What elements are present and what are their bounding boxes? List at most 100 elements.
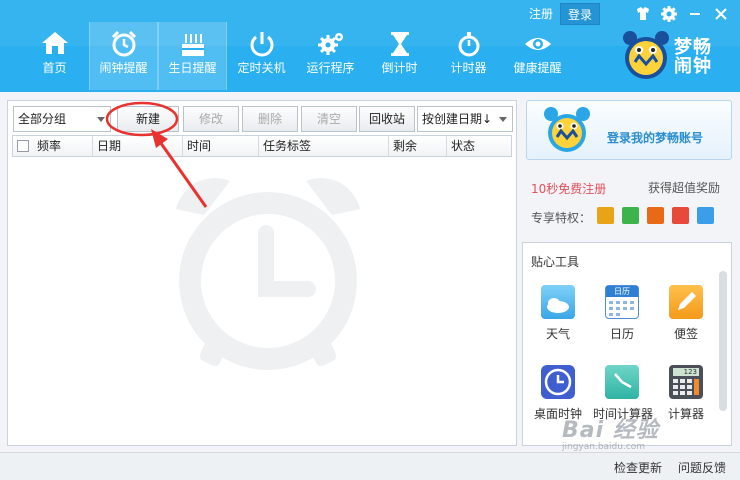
nav-shutdown[interactable]: 定时关机 bbox=[227, 22, 296, 90]
sort-select-value: 按创建日期↓ bbox=[422, 112, 493, 126]
note-pencil-icon bbox=[669, 285, 703, 319]
window-controls bbox=[632, 4, 732, 24]
recycle-bin-button[interactable]: 回收站 bbox=[359, 106, 415, 132]
tool-label: 便签 bbox=[673, 327, 698, 341]
col-label: 频率 bbox=[37, 139, 62, 153]
watermark-main: Bai 经验 bbox=[562, 418, 659, 443]
privilege-house-icon[interactable] bbox=[697, 207, 714, 224]
weather-icon bbox=[541, 285, 575, 319]
side-panel: 登录我的梦畅账号 10秒免费注册 获得超值奖励 专享特权： 贴心工具 天气 日历… bbox=[522, 100, 732, 446]
reward-link[interactable]: 获得超值奖励 bbox=[648, 179, 720, 196]
nav-label: 定时关机 bbox=[237, 61, 286, 75]
nav-label: 闹钟提醒 bbox=[99, 61, 148, 75]
home-icon bbox=[41, 32, 68, 54]
group-select[interactable]: 全部分组 bbox=[13, 106, 111, 132]
register-free-link[interactable]: 10秒免费注册 bbox=[531, 180, 606, 197]
col-frequency[interactable]: 频率 bbox=[13, 136, 93, 156]
nav-birthday[interactable]: 生日提醒 bbox=[158, 22, 227, 90]
edit-button[interactable]: 修改 bbox=[183, 106, 239, 132]
col-status[interactable]: 状态 bbox=[447, 136, 511, 156]
minimize-button[interactable] bbox=[684, 4, 706, 24]
settings-button[interactable] bbox=[658, 4, 680, 24]
baidu-jingyan-watermark: Bai 经验 jingyan.baidu.com bbox=[562, 412, 659, 452]
tool-calculator[interactable]: 123 计算器 bbox=[657, 365, 715, 422]
tool-weather[interactable]: 天气 bbox=[529, 285, 587, 342]
birthday-cake-icon bbox=[181, 34, 204, 56]
empty-state-clock-icon bbox=[176, 178, 360, 370]
alarm-clock-icon bbox=[111, 30, 136, 57]
delete-button[interactable]: 删除 bbox=[242, 106, 298, 132]
clear-button[interactable]: 清空 bbox=[301, 106, 357, 132]
privilege-gift-icon[interactable] bbox=[597, 207, 614, 224]
skin-button[interactable] bbox=[632, 4, 654, 24]
skin-shirt-icon bbox=[637, 7, 649, 20]
scrollbar-thumb[interactable] bbox=[719, 271, 727, 411]
feedback-link[interactable]: 问题反馈 bbox=[678, 459, 726, 476]
nav-label: 运行程序 bbox=[306, 61, 355, 75]
brand-line1: 梦畅 bbox=[674, 37, 712, 58]
privilege-icons bbox=[597, 207, 714, 224]
eye-icon bbox=[524, 38, 551, 50]
select-all-checkbox[interactable] bbox=[17, 140, 29, 152]
task-toolbar: 全部分组 新建 修改 删除 清空 回收站 按创建日期↓ bbox=[13, 106, 513, 132]
task-table-header: 频率 日期 时间 任务标签 剩余 状态 bbox=[12, 135, 512, 157]
col-remaining[interactable]: 剩余 bbox=[389, 136, 447, 156]
check-update-link[interactable]: 检查更新 bbox=[614, 459, 662, 476]
tool-calendar[interactable]: 日历 日历 bbox=[593, 285, 651, 342]
login-prompt: 登录我的梦畅账号 bbox=[607, 131, 704, 145]
nav-label: 首页 bbox=[42, 61, 67, 75]
brand-name: 梦畅 闹钟 bbox=[674, 38, 712, 76]
nav-health[interactable]: 健康提醒 bbox=[503, 22, 572, 90]
nav-countdown[interactable]: 倒计时 bbox=[365, 22, 434, 90]
status-bar: 检查更新 问题反馈 bbox=[0, 452, 740, 480]
stopwatch-icon bbox=[458, 32, 479, 57]
gear-icon bbox=[661, 6, 677, 22]
group-select-value: 全部分组 bbox=[18, 112, 67, 126]
desktop-clock-icon bbox=[541, 365, 575, 399]
nav-timer[interactable]: 计时器 bbox=[434, 22, 503, 90]
chevron-down-icon bbox=[97, 117, 105, 122]
nav-run-program[interactable]: 运行程序 bbox=[296, 22, 365, 90]
tool-label: 日历 bbox=[609, 327, 634, 341]
power-icon bbox=[250, 32, 273, 57]
calendar-badge: 日历 bbox=[606, 286, 638, 297]
col-task-label[interactable]: 任务标签 bbox=[259, 136, 389, 156]
tools-heading: 贴心工具 bbox=[531, 255, 580, 269]
privilege-present-icon[interactable] bbox=[672, 207, 689, 224]
account-login-card[interactable]: 登录我的梦畅账号 bbox=[526, 100, 732, 160]
privilege-card-icon[interactable] bbox=[647, 207, 664, 224]
nav-label: 生日提醒 bbox=[168, 61, 217, 75]
calculator-icon: 123 bbox=[669, 365, 703, 399]
close-icon bbox=[715, 8, 727, 20]
calendar-icon: 日历 bbox=[605, 285, 639, 319]
title-bar: 注册 登录 首页 闹钟提醒 生日提醒 定时关机 运行程序 倒计时 计时器 健康提… bbox=[0, 0, 740, 92]
nav-label: 健康提醒 bbox=[513, 61, 562, 75]
time-calculator-icon bbox=[605, 365, 639, 399]
new-button[interactable]: 新建 bbox=[117, 106, 179, 132]
col-time[interactable]: 时间 bbox=[183, 136, 259, 156]
privileges-label: 专享特权： bbox=[531, 211, 592, 225]
task-list-panel: 全部分组 新建 修改 删除 清空 回收站 按创建日期↓ 频率 日期 时间 任务标… bbox=[7, 100, 517, 446]
col-date[interactable]: 日期 bbox=[93, 136, 183, 156]
brand-line2: 闹钟 bbox=[674, 56, 712, 77]
hourglass-icon bbox=[390, 32, 409, 56]
tool-notes[interactable]: 便签 bbox=[657, 285, 715, 342]
minimize-icon bbox=[690, 13, 700, 15]
gears-icon bbox=[317, 33, 343, 55]
mascot-alarm-clock-icon bbox=[623, 31, 669, 79]
main-nav: 首页 闹钟提醒 生日提醒 定时关机 运行程序 倒计时 计时器 健康提醒 bbox=[20, 22, 572, 90]
watermark-sub: jingyan.baidu.com bbox=[562, 442, 646, 452]
chevron-down-icon bbox=[499, 117, 507, 122]
nav-label: 倒计时 bbox=[381, 61, 418, 75]
mascot-icon bbox=[544, 107, 590, 152]
nav-home[interactable]: 首页 bbox=[20, 22, 89, 90]
nav-alarm[interactable]: 闹钟提醒 bbox=[89, 22, 158, 90]
nav-label: 计时器 bbox=[450, 61, 487, 75]
close-button[interactable] bbox=[710, 4, 732, 24]
tools-scrollbar[interactable] bbox=[719, 271, 727, 441]
sort-select[interactable]: 按创建日期↓ bbox=[417, 106, 513, 132]
tool-label: 计算器 bbox=[667, 407, 704, 421]
app-logo: 梦畅 闹钟 bbox=[620, 28, 730, 84]
privilege-leaf-icon[interactable] bbox=[622, 207, 639, 224]
tool-label: 天气 bbox=[545, 327, 570, 341]
